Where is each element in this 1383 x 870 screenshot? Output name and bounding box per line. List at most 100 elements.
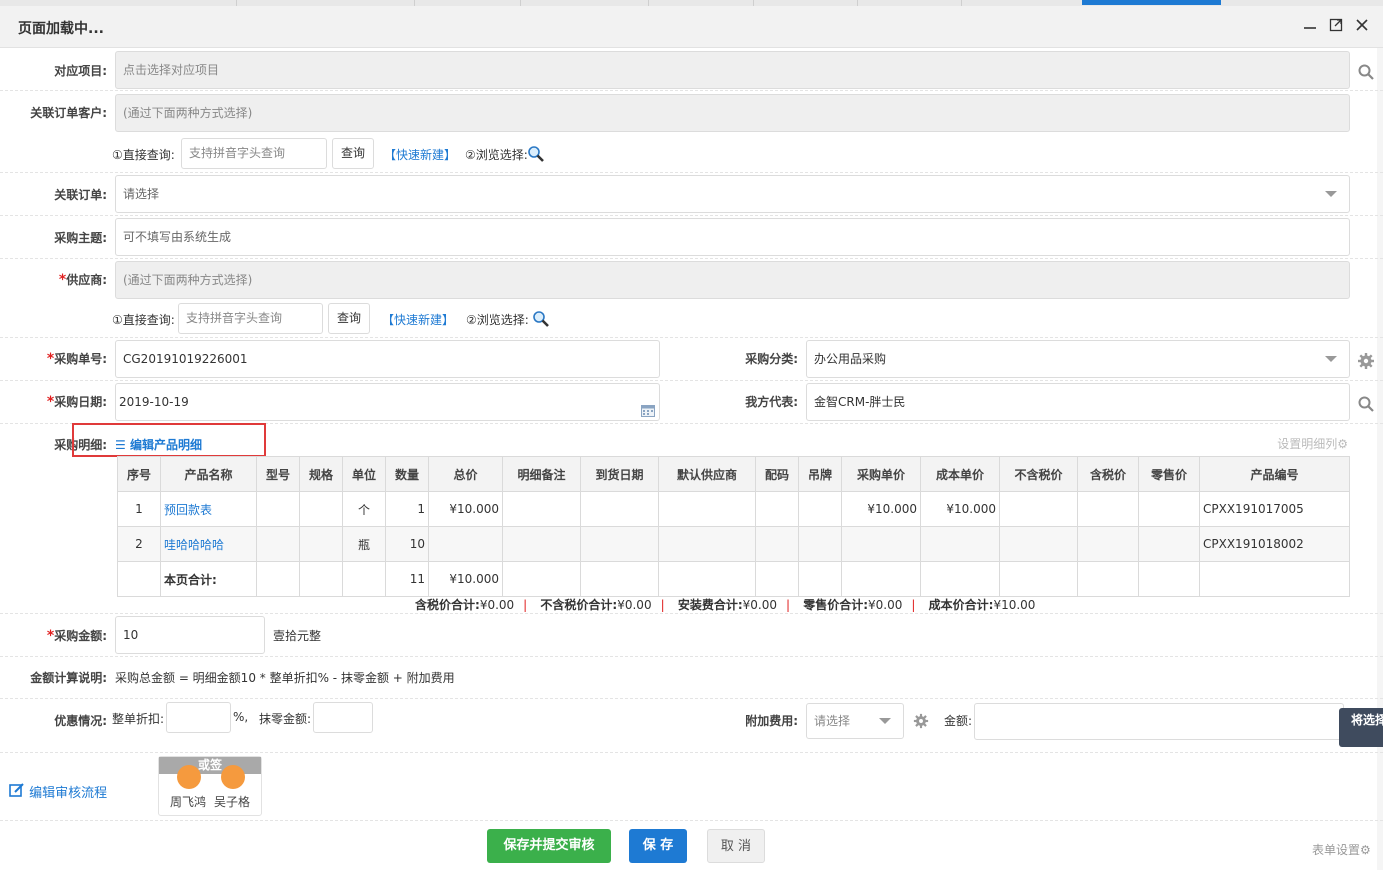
totals-summary: 含税价合计:¥0.00 | 不含税价合计:¥0.00 | 安装费合计:¥0.00 | … <box>415 598 1036 612</box>
supplier-field[interactable]: (通过下面两种方式选择) <box>115 261 1350 299</box>
customer-direct-label: ①直接查询: <box>112 148 175 162</box>
supplier-query-button[interactable]: 查询 <box>328 303 370 334</box>
gear-icon[interactable] <box>913 713 931 731</box>
gear-icon[interactable] <box>1357 352 1375 370</box>
search-icon[interactable] <box>1357 395 1375 413</box>
representative-field[interactable]: 金智CRM-胖士民 <box>806 383 1350 421</box>
calendar-icon[interactable] <box>641 395 655 431</box>
po-date-input[interactable]: 2019-10-19 <box>115 383 660 421</box>
edit-product-detail-link[interactable]: ☰ 编辑产品明细 <box>115 436 202 453</box>
minimize-icon[interactable] <box>1301 18 1319 36</box>
supplier-browse-label: ②浏览选择: <box>466 313 529 327</box>
col-header: 规格 <box>299 456 343 492</box>
extra-fee-label: 附加费用: <box>745 714 798 728</box>
form-settings-link[interactable]: 表单设置⚙ <box>1312 841 1371 858</box>
customer-query-button[interactable]: 查询 <box>332 138 374 169</box>
po-date-label: *采购日期: <box>46 394 107 410</box>
cell-name: 哇哈哈哈哈 <box>160 526 257 562</box>
product-detail-table: 序号 产品名称 型号 规格 单位 数量 总价 明细备注 到货日期 默认供应商 配… <box>117 456 1350 597</box>
cell-total <box>428 526 503 562</box>
save-button[interactable]: 保 存 <box>629 829 687 863</box>
extra-amount-input[interactable] <box>974 703 1344 740</box>
calc-label: 金额计算说明: <box>30 671 107 685</box>
extra-amount-label: 金额: <box>944 714 973 728</box>
select-side-button[interactable]: 将选择 <box>1339 708 1383 747</box>
order-select[interactable]: 请选择 <box>115 175 1350 213</box>
customer-quick-new-link[interactable]: 【快速新建】 <box>384 146 456 163</box>
col-header: 默认供应商 <box>658 456 756 492</box>
cell-unit: 个 <box>342 491 386 527</box>
category-select-value: 办公用品采购 <box>814 352 887 366</box>
table-header-row: 序号 产品名称 型号 规格 单位 数量 总价 明细备注 到货日期 默认供应商 配… <box>117 456 1350 492</box>
project-field[interactable]: 点击选择对应项目 <box>115 51 1350 89</box>
project-label: 对应项目: <box>54 64 107 78</box>
product-name-link[interactable]: 哇哈哈哈哈 <box>164 538 224 552</box>
cell-name: 预回款表 <box>160 491 257 527</box>
po-number-input[interactable]: CG20191019226001 <box>115 340 660 378</box>
order-label: 关联订单: <box>54 188 107 202</box>
discount-rate-label: 整单折扣: <box>112 712 165 726</box>
total-amount: ¥10.000 <box>428 561 503 597</box>
magnifier-icon[interactable] <box>532 310 550 328</box>
col-header: 型号 <box>256 456 300 492</box>
gear-icon: ⚙ <box>1360 843 1371 857</box>
col-header: 采购单价 <box>841 456 921 492</box>
save-submit-button[interactable]: 保存并提交审核 <box>487 829 611 863</box>
subject-input[interactable]: 可不填写由系统生成 <box>115 218 1350 256</box>
representative-label: 我方代表: <box>745 395 798 409</box>
product-name-link[interactable]: 预回款表 <box>164 503 212 517</box>
cell-code: CPXX191017005 <box>1199 491 1350 527</box>
discount-rate-input[interactable] <box>166 702 231 733</box>
table-row: 2 哇哈哈哈哈 瓶 10 CPXX191018002 <box>117 526 1350 562</box>
amount-capital: 壹拾元整 <box>273 629 322 643</box>
cell-unit: 瓶 <box>342 526 386 562</box>
total-label: 本页合计: <box>160 561 257 597</box>
col-header: 总价 <box>428 456 503 492</box>
percent-sign: %, <box>233 710 249 724</box>
approver-group-card[interactable]: 或签 周飞鸿 吴子格 <box>158 756 262 816</box>
col-header: 不含税价 <box>999 456 1078 492</box>
round-off-input[interactable] <box>313 702 373 733</box>
calc-text: 采购总金额 = 明细金额10 * 整单折扣% - 抹零金额 + 附加费用 <box>115 671 455 685</box>
cancel-button[interactable]: 取 消 <box>707 829 765 863</box>
magnifier-icon[interactable] <box>527 145 545 163</box>
gear-icon: ⚙ <box>1337 437 1348 451</box>
extra-fee-select-value: 请选择 <box>814 714 851 728</box>
active-tab-indicator[interactable] <box>1082 0 1221 5</box>
col-header: 零售价 <box>1138 456 1200 492</box>
customer-search-input[interactable]: 支持拼音字头查询 <box>181 138 327 169</box>
col-header: 到货日期 <box>580 456 659 492</box>
po-date-value: 2019-10-19 <box>119 395 189 409</box>
col-header: 单位 <box>342 456 386 492</box>
edit-audit-flow-link[interactable]: 编辑审核流程 <box>9 782 107 801</box>
maximize-icon[interactable] <box>1327 18 1345 36</box>
order-select-value: 请选择 <box>123 187 160 201</box>
col-header: 数量 <box>385 456 429 492</box>
supplier-quick-new-link[interactable]: 【快速新建】 <box>382 311 454 328</box>
total-qty: 11 <box>385 561 429 597</box>
category-label: 采购分类: <box>745 352 798 366</box>
customer-browse-label: ②浏览选择: <box>465 148 528 162</box>
approver-avatar <box>177 765 201 789</box>
col-header: 序号 <box>117 456 161 492</box>
cell-no: 1 <box>117 491 161 527</box>
po-number-label: *采购单号: <box>46 351 107 367</box>
edit-icon <box>9 783 29 801</box>
table-row: 1 预回款表 个 1 ¥10.000 ¥10.000 ¥10.000 CPXX1… <box>117 491 1350 527</box>
approver-name: 吴子格 <box>214 795 251 809</box>
discount-label: 优惠情况: <box>54 714 107 728</box>
supplier-search-input[interactable]: 支持拼音字头查询 <box>178 303 323 334</box>
chevron-down-icon <box>879 718 891 724</box>
extra-fee-select[interactable]: 请选择 <box>806 703 904 739</box>
close-icon[interactable] <box>1353 18 1371 36</box>
category-select[interactable]: 办公用品采购 <box>806 340 1350 378</box>
customer-field[interactable]: (通过下面两种方式选择) <box>115 94 1350 132</box>
customer-label: 关联订单客户: <box>30 106 107 120</box>
col-header: 明细备注 <box>502 456 581 492</box>
search-icon[interactable] <box>1357 63 1375 81</box>
amount-input[interactable]: 10 <box>115 616 265 654</box>
cell-price: ¥10.000 <box>841 491 921 527</box>
col-header: 成本单价 <box>920 456 1000 492</box>
detail-columns-settings-link[interactable]: 设置明细列⚙ <box>1277 435 1348 452</box>
list-icon: ☰ <box>115 438 130 452</box>
